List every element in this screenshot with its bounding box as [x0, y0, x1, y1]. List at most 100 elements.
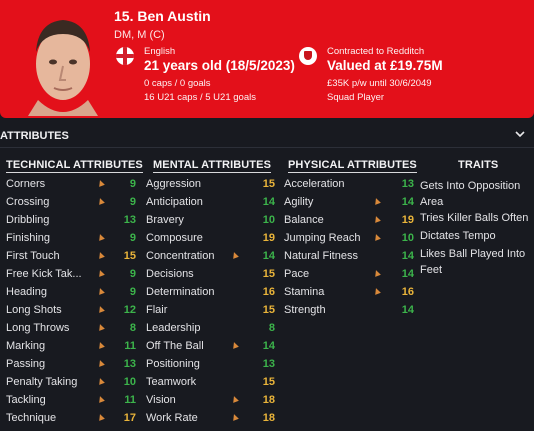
- technical-attribute-row[interactable]: Penalty Taking 10: [6, 373, 138, 391]
- technical-attribute-row[interactable]: Long Shots 12: [6, 301, 138, 319]
- technical-attribute-row[interactable]: First Touch 15: [6, 247, 138, 265]
- physical-attribute-row[interactable]: Pace 14: [284, 265, 416, 283]
- trend-up-arrow-icon: [231, 251, 239, 259]
- trait-item[interactable]: Tries Killer Balls Often: [420, 210, 534, 226]
- traits-header: TRAITS: [458, 159, 499, 171]
- nationality-text[interactable]: English: [144, 46, 175, 57]
- physical-attribute-row[interactable]: Jumping Reach 10: [284, 229, 416, 247]
- trend-up-arrow-icon: [231, 395, 239, 403]
- attributes-header[interactable]: ATTRIBUTES: [0, 124, 534, 148]
- technical-attribute-row[interactable]: Free Kick Tak... 9: [6, 265, 138, 283]
- attribute-value: 15: [262, 304, 275, 316]
- attribute-value: 13: [262, 358, 275, 370]
- mental-attribute-row[interactable]: Concentration 14: [146, 247, 277, 265]
- attribute-name: Anticipation: [146, 196, 203, 208]
- technical-attribute-row[interactable]: Finishing 9: [6, 229, 138, 247]
- attribute-name: Free Kick Tak...: [6, 268, 82, 280]
- attribute-value: 14: [401, 250, 414, 262]
- attribute-name: Long Shots: [6, 304, 62, 316]
- trend-up-arrow-icon: [97, 395, 105, 403]
- attribute-value: 18: [262, 412, 275, 424]
- attribute-name: Balance: [284, 214, 324, 226]
- trend-up-arrow-icon: [373, 269, 381, 277]
- mental-attribute-row[interactable]: Flair 15: [146, 301, 277, 319]
- technical-attribute-row[interactable]: Dribbling 13: [6, 211, 138, 229]
- attribute-name: Flair: [146, 304, 168, 316]
- attribute-value: 9: [129, 232, 136, 244]
- attribute-name: Aggression: [146, 178, 202, 190]
- chevron-down-icon[interactable]: [514, 128, 526, 140]
- technical-attribute-row[interactable]: Crossing 9: [6, 193, 138, 211]
- u21-caps-text: 16 U21 caps / 5 U21 goals: [144, 92, 256, 103]
- physical-attribute-row[interactable]: Balance 19: [284, 211, 416, 229]
- mental-attribute-row[interactable]: Aggression 15: [146, 175, 277, 193]
- attribute-name: Heading: [6, 286, 47, 298]
- attribute-name: Work Rate: [146, 412, 198, 424]
- attribute-name: Finishing: [6, 232, 51, 244]
- mental-attribute-row[interactable]: Work Rate 18: [146, 409, 277, 427]
- mental-attribute-row[interactable]: Decisions 15: [146, 265, 277, 283]
- technical-attribute-row[interactable]: Passing 13: [6, 355, 138, 373]
- mental-attribute-row[interactable]: Composure 19: [146, 229, 277, 247]
- physical-header: PHYSICAL ATTRIBUTES: [288, 159, 417, 173]
- attribute-name: Tackling: [6, 394, 46, 406]
- mental-attribute-row[interactable]: Leadership 8: [146, 319, 277, 337]
- mental-attribute-row[interactable]: Anticipation 14: [146, 193, 277, 211]
- player-name[interactable]: 15. Ben Austin: [114, 8, 211, 24]
- attribute-value: 18: [262, 394, 275, 406]
- trend-up-arrow-icon: [97, 305, 105, 313]
- trend-up-arrow-icon: [373, 287, 381, 295]
- mental-attribute-row[interactable]: Vision 18: [146, 391, 277, 409]
- trend-up-arrow-icon: [97, 269, 105, 277]
- attribute-name: Corners: [6, 178, 46, 190]
- contract-text[interactable]: Contracted to Redditch: [327, 46, 424, 57]
- physical-attribute-row[interactable]: Natural Fitness 14: [284, 247, 416, 265]
- attribute-value: 14: [401, 268, 414, 280]
- attribute-name: Off The Ball: [146, 340, 204, 352]
- attribute-value: 12: [123, 304, 136, 316]
- attribute-name: Concentration: [146, 250, 215, 262]
- attribute-value: 16: [401, 286, 414, 298]
- attribute-value: 15: [123, 250, 136, 262]
- technical-attribute-row[interactable]: Technique 17: [6, 409, 138, 427]
- attribute-name: Penalty Taking: [6, 376, 78, 388]
- physical-attribute-row[interactable]: Stamina 16: [284, 283, 416, 301]
- attribute-name: Teamwork: [146, 376, 197, 388]
- mental-attribute-row[interactable]: Teamwork 15: [146, 373, 277, 391]
- technical-attribute-row[interactable]: Tackling 11: [6, 391, 138, 409]
- attribute-value: 14: [262, 340, 275, 352]
- technical-attribute-row[interactable]: Corners 9: [6, 175, 138, 193]
- attribute-name: Stamina: [284, 286, 325, 298]
- attribute-value: 19: [401, 214, 414, 226]
- attribute-value: 9: [129, 268, 136, 280]
- trend-up-arrow-icon: [97, 413, 105, 421]
- attribute-value: 15: [262, 178, 275, 190]
- mental-attribute-row[interactable]: Positioning 13: [146, 355, 277, 373]
- trait-item[interactable]: Likes Ball Played Into Feet: [420, 246, 534, 278]
- trait-item[interactable]: Dictates Tempo: [420, 228, 534, 244]
- mental-attribute-row[interactable]: Bravery 10: [146, 211, 277, 229]
- mental-attribute-row[interactable]: Determination 16: [146, 283, 277, 301]
- player-avatar: [28, 20, 98, 116]
- attribute-name: Agility: [284, 196, 314, 208]
- attribute-name: Vision: [146, 394, 176, 406]
- technical-attribute-row[interactable]: Long Throws 8: [6, 319, 138, 337]
- attribute-name: Pace: [284, 268, 310, 280]
- player-header: 15. Ben Austin DM, M (C) English 21 year…: [0, 0, 534, 118]
- trend-up-arrow-icon: [373, 197, 381, 205]
- attributes-title: ATTRIBUTES: [0, 130, 69, 142]
- physical-attribute-row[interactable]: Acceleration 13: [284, 175, 416, 193]
- technical-attribute-row[interactable]: Heading 9: [6, 283, 138, 301]
- trend-up-arrow-icon: [231, 341, 239, 349]
- technical-attribute-row[interactable]: Marking 11: [6, 337, 138, 355]
- mental-attribute-row[interactable]: Off The Ball 14: [146, 337, 277, 355]
- attribute-value: 10: [262, 214, 275, 226]
- england-flag-icon: [116, 47, 134, 65]
- attribute-value: 9: [129, 286, 136, 298]
- attribute-value: 14: [401, 196, 414, 208]
- physical-attribute-row[interactable]: Strength 14: [284, 301, 416, 319]
- trait-item[interactable]: Gets Into Opposition Area: [420, 178, 534, 210]
- trend-up-arrow-icon: [97, 359, 105, 367]
- physical-attribute-row[interactable]: Agility 14: [284, 193, 416, 211]
- attribute-value: 17: [123, 412, 136, 424]
